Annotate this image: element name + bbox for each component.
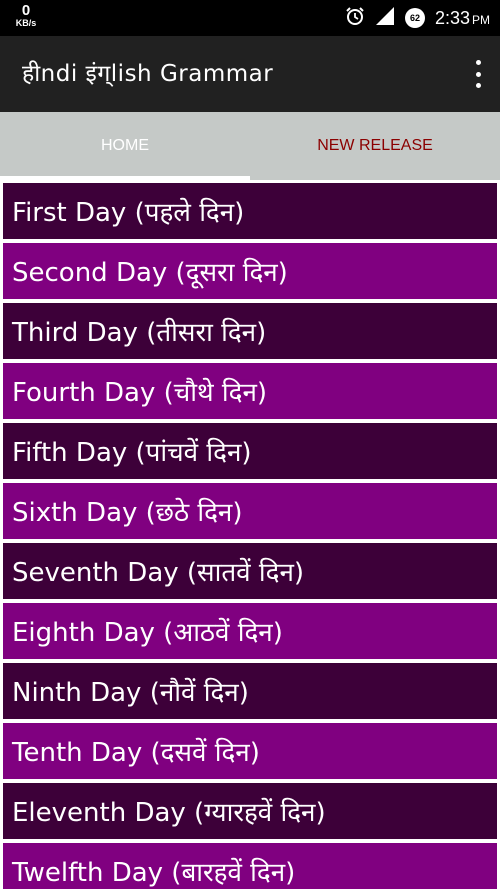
list-item-day-11[interactable]: Eleventh Day (ग्यारहवें दिन) (3, 783, 497, 839)
list-item-day-12[interactable]: Twelfth Day (बारहवें दिन) (3, 843, 497, 889)
overflow-menu-icon[interactable] (472, 60, 484, 88)
signal-icon (375, 6, 395, 30)
network-speed-unit: KB/s (15, 18, 37, 28)
status-clock: 2:33 PM (435, 8, 490, 29)
clock-ampm: PM (472, 12, 490, 27)
list-item-day-10[interactable]: Tenth Day (दसवें दिन) (3, 723, 497, 779)
app-title: हीndi इंग्lish Grammar (22, 61, 274, 87)
menu-dot (475, 71, 481, 77)
tab-home[interactable]: HOME (0, 112, 250, 180)
list-item-day-3[interactable]: Third Day (तीसरा दिन) (3, 303, 497, 359)
tab-home-label: HOME (101, 137, 149, 154)
menu-dot (475, 60, 481, 65)
list-item-day-2[interactable]: Second Day (दूसरा दिन) (3, 243, 497, 299)
network-speed-value: 0 (21, 2, 31, 19)
menu-dot (475, 83, 481, 88)
list-item-day-9[interactable]: Ninth Day (नौवें दिन) (3, 663, 497, 719)
tab-new-release-label: NEW RELEASE (317, 137, 433, 154)
clock-time-value: 2:33 (434, 7, 470, 28)
alarm-icon (345, 6, 365, 30)
status-icons: 62 2:33 PM (335, 0, 490, 36)
list-item-day-4[interactable]: Fourth Day (चौथे दिन) (3, 363, 497, 419)
network-speed-indicator: 0 KB/s (12, 3, 40, 28)
list-item-day-6[interactable]: Sixth Day (छठे दिन) (3, 483, 497, 539)
list-item-day-8[interactable]: Eighth Day (आठवें दिन) (3, 603, 497, 659)
app-bar: हीndi इंग्lish Grammar (0, 36, 500, 112)
list-item-day-1[interactable]: First Day (पहले दिन) (3, 183, 497, 239)
status-bar: 0 KB/s 62 2:33 PM (0, 0, 500, 36)
tab-new-release[interactable]: NEW RELEASE (250, 112, 500, 180)
battery-icon: 62 (404, 8, 425, 28)
list-item-day-7[interactable]: Seventh Day (सातवें दिन) (3, 543, 497, 599)
days-list[interactable]: First Day (पहले दिन) Second Day (दूसरा द… (0, 180, 500, 889)
tab-bar: HOME NEW RELEASE (0, 112, 500, 180)
list-item-day-5[interactable]: Fifth Day (पांचवें दिन) (3, 423, 497, 479)
